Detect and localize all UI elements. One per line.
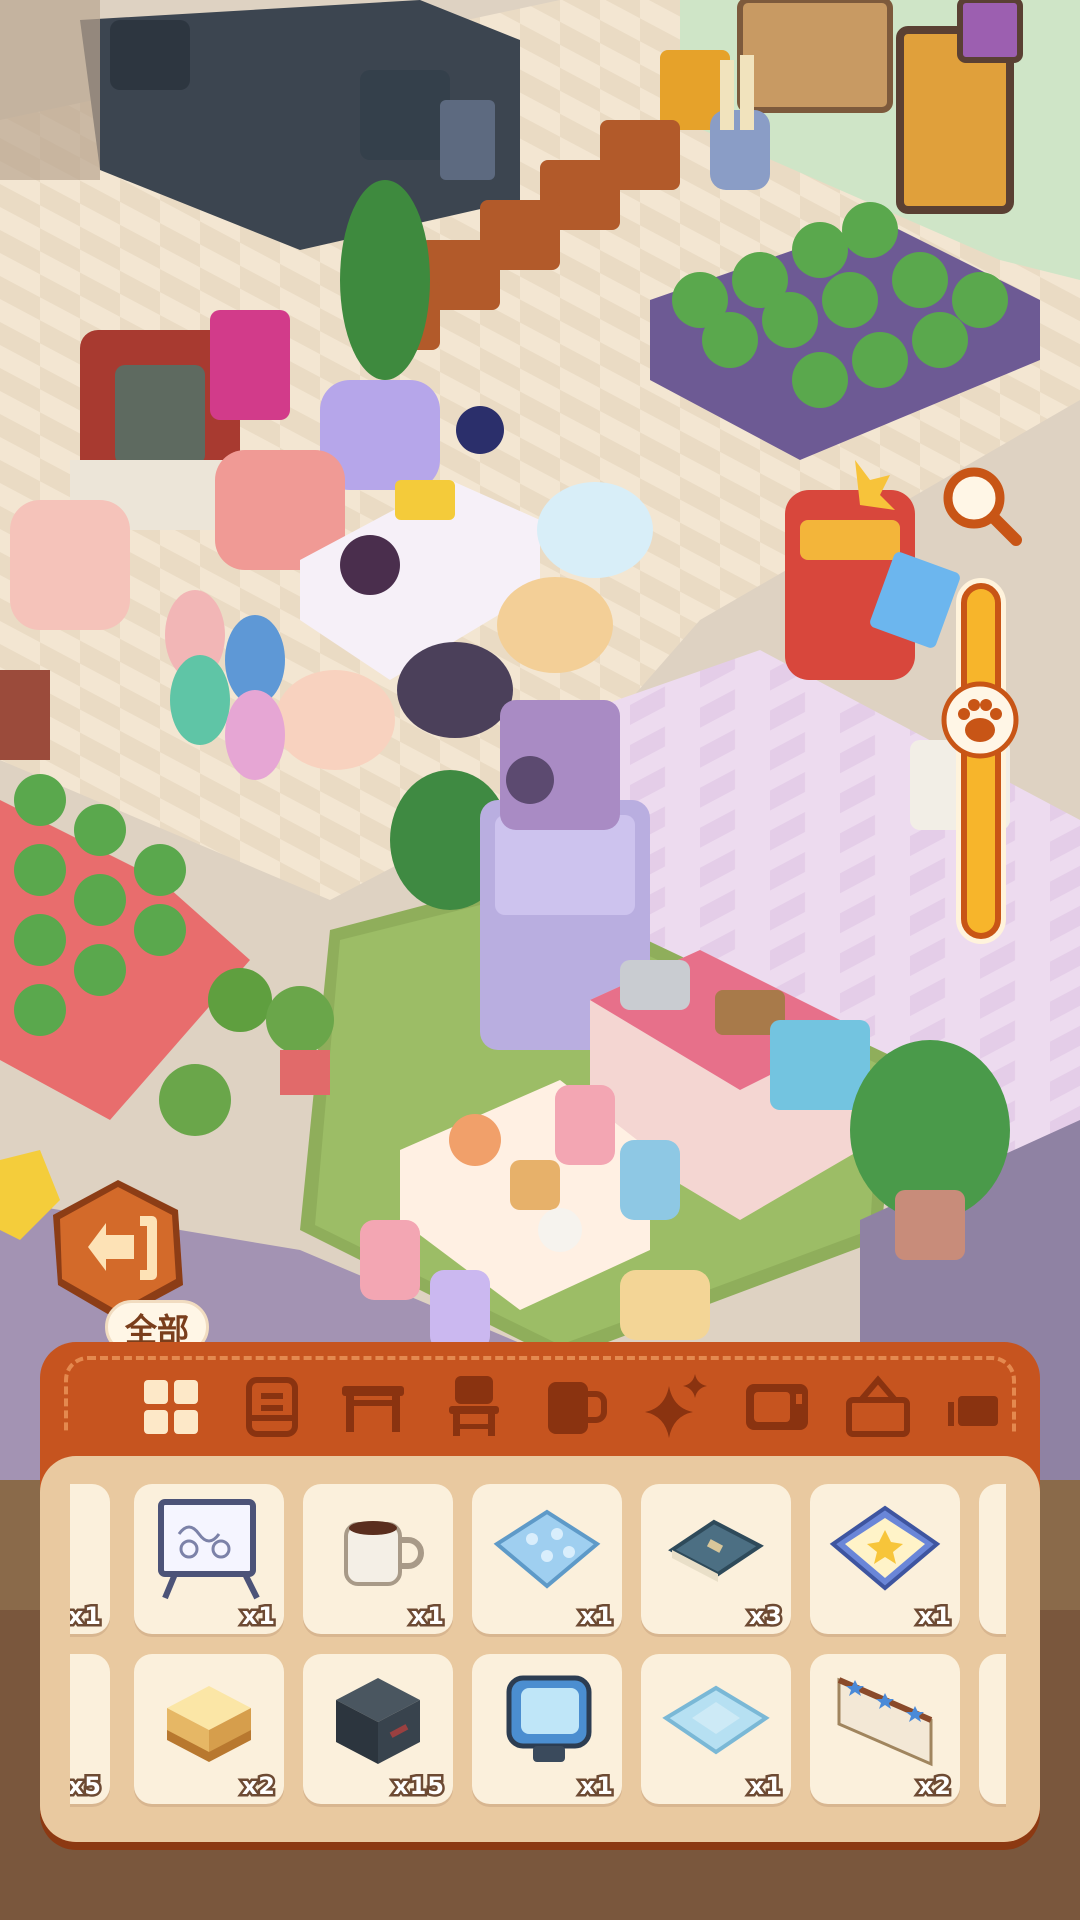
stool-icon (167, 1686, 251, 1762)
item-count: x3 (746, 1600, 784, 1633)
item-count: x1 (915, 1600, 953, 1633)
item-count: x15 (391, 1770, 447, 1803)
more-icon (948, 1396, 998, 1426)
tab-all[interactable] (136, 1372, 206, 1442)
tab-chair[interactable] (439, 1372, 509, 1442)
inventory-slot-book[interactable]: x3 (641, 1484, 791, 1634)
item-count: x2 (239, 1770, 277, 1803)
inventory-slot-partial-right[interactable] (979, 1654, 1006, 1804)
mug-icon (344, 1521, 424, 1586)
cube-icon (336, 1678, 420, 1764)
fence-icon (837, 1677, 933, 1767)
table-icon (342, 1386, 404, 1432)
sparkle-icon (645, 1374, 707, 1438)
item-count: x1 (746, 1770, 784, 1803)
inventory-slot-light-blue-cushion[interactable]: x1 (641, 1654, 791, 1804)
inventory-slot-coffee-mug[interactable]: x1 (303, 1484, 453, 1634)
inventory-slot-star-cushion[interactable]: x1 (810, 1484, 960, 1634)
item-count: x1 (408, 1600, 446, 1633)
tab-decor[interactable] (641, 1372, 711, 1442)
whiteboard-icon (158, 1499, 260, 1600)
inventory-slot-partial-left[interactable]: x1 (70, 1484, 110, 1634)
frame-icon (846, 1375, 910, 1437)
zoom-slider-fill (967, 589, 995, 933)
item-count: x2 (915, 1770, 953, 1803)
chair-icon (449, 1376, 499, 1436)
tab-cabinet[interactable] (237, 1372, 307, 1442)
cushion-icon (662, 1685, 770, 1755)
tab-table[interactable] (338, 1372, 408, 1442)
inventory-slot-partial-left[interactable]: x5 (70, 1654, 110, 1804)
item-count: x1 (70, 1600, 104, 1633)
inventory-slot-pudding-stool[interactable]: x2 (134, 1654, 284, 1804)
item-count: x1 (577, 1770, 615, 1803)
cabinet-icon (246, 1377, 298, 1437)
zoom-magnifier-icon[interactable] (936, 460, 1026, 550)
star-cushion-icon (829, 1505, 941, 1591)
item-count: x5 (70, 1770, 104, 1803)
inventory-grid: x1 x1 x1 x1 x3 x1 x5 x2 x15 x1 x1 x2 (70, 1480, 1006, 1820)
inventory-slot-star-fence[interactable]: x2 (810, 1654, 960, 1804)
tab-frame[interactable] (843, 1372, 913, 1442)
item-count: x1 (239, 1600, 277, 1633)
grid-icon (144, 1380, 198, 1434)
inventory-slot-blue-dotted-cushion[interactable]: x1 (472, 1484, 622, 1634)
inventory-slot-partial-right[interactable] (979, 1484, 1006, 1634)
item-count: x1 (577, 1600, 615, 1633)
cup-icon (548, 1382, 607, 1434)
inventory-slot-dark-cube[interactable]: x15 (303, 1654, 453, 1804)
appliance-icon (746, 1384, 808, 1430)
tab-appliance[interactable] (742, 1372, 812, 1442)
zoom-slider-track[interactable] (956, 578, 1006, 944)
cushion-icon (493, 1509, 601, 1589)
zoom-slider-knob[interactable] (940, 680, 1020, 760)
tab-cup[interactable] (540, 1372, 610, 1442)
book-icon (668, 1519, 764, 1582)
inventory-slot-blue-monitor[interactable]: x1 (472, 1654, 622, 1804)
inventory-slot-whiteboard[interactable]: x1 (134, 1484, 284, 1634)
tab-more[interactable] (944, 1372, 1000, 1442)
monitor-icon (506, 1675, 592, 1762)
